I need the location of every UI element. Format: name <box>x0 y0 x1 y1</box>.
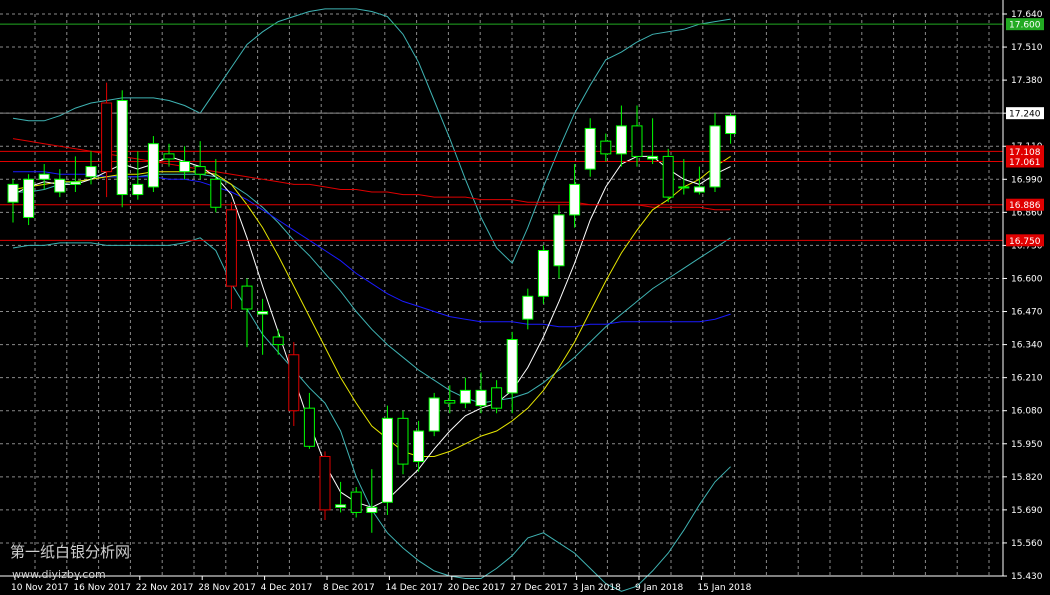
candle-body <box>428 397 440 432</box>
y-tick-label: 17.380 <box>1011 76 1043 86</box>
level-badge-text: 17.600 <box>1009 21 1041 31</box>
x-tick-label: 15 Jan 2018 <box>697 583 751 593</box>
watermark: 第一纸白银分析网 www.diyizby.com <box>10 543 130 581</box>
candle-body <box>381 417 393 503</box>
candle-body <box>116 99 128 196</box>
candle-body <box>600 140 612 155</box>
candle-body <box>459 389 471 404</box>
y-tick-label: 16.340 <box>1011 341 1043 351</box>
candle-body <box>7 183 19 203</box>
candle-body <box>475 389 487 407</box>
candle-body <box>319 455 331 511</box>
candle-body <box>725 115 737 135</box>
candle-body <box>693 186 705 193</box>
x-tick-label: 16 Nov 2017 <box>73 583 131 593</box>
candle-body <box>54 178 66 193</box>
candle-body <box>506 339 518 394</box>
x-tick-label: 9 Jan 2018 <box>635 583 683 593</box>
candles <box>7 82 737 533</box>
candle-body <box>38 173 50 180</box>
y-tick-label: 16.210 <box>1011 374 1043 384</box>
candle-body <box>709 125 721 188</box>
y-tick-label: 15.950 <box>1011 440 1043 450</box>
axes: 17.64017.51017.38017.24017.11016.99016.8… <box>0 0 1043 593</box>
ma-yellow-line <box>12 155 731 457</box>
y-tick-label: 16.990 <box>1011 175 1043 185</box>
candle-body <box>194 166 206 175</box>
y-tick-label: 16.600 <box>1011 274 1043 284</box>
level-badge-text: 17.061 <box>1009 158 1041 168</box>
band-middle-line <box>13 173 731 404</box>
candle-body <box>662 155 674 198</box>
candle-body <box>444 400 456 404</box>
level-badge-text: 16.886 <box>1009 201 1041 211</box>
x-tick-label: 8 Dec 2017 <box>323 583 375 593</box>
candle-body <box>366 506 378 513</box>
x-tick-label: 28 Nov 2017 <box>198 583 256 593</box>
candle-body <box>163 153 175 160</box>
candle-body <box>397 417 409 465</box>
candle-body <box>615 125 627 155</box>
y-tick-label: 15.430 <box>1011 572 1043 582</box>
x-tick-label: 10 Nov 2017 <box>11 583 69 593</box>
candle-body <box>132 183 144 196</box>
candle-body <box>241 285 253 310</box>
candle-body <box>147 143 159 188</box>
candle-body <box>303 407 315 447</box>
x-tick-label: 4 Dec 2017 <box>261 583 313 593</box>
y-tick-label: 16.470 <box>1011 308 1043 318</box>
y-tick-label: 15.820 <box>1011 473 1043 483</box>
candle-body <box>491 387 503 409</box>
candle-body <box>522 295 534 320</box>
y-tick-label: 15.690 <box>1011 506 1043 516</box>
candle-body <box>631 125 643 157</box>
candle-body <box>537 249 549 297</box>
y-tick-label: 16.080 <box>1011 407 1043 417</box>
y-tick-label: 17.510 <box>1011 43 1043 53</box>
candle-body <box>647 155 659 160</box>
band-lower-line <box>12 237 731 592</box>
level-badge-text: 16.750 <box>1009 237 1041 247</box>
candle-body <box>225 209 237 287</box>
candle-body <box>257 311 269 315</box>
candle-body <box>85 166 97 178</box>
candle-body <box>210 178 222 208</box>
candle-body <box>69 181 81 185</box>
x-tick-label: 3 Jan 2018 <box>573 583 621 593</box>
candle-body <box>272 336 284 346</box>
candle-body <box>23 178 35 218</box>
candle-body <box>553 214 565 267</box>
candle-body <box>413 430 425 463</box>
x-tick-label: 22 Nov 2017 <box>136 583 194 593</box>
candle-body <box>101 102 113 173</box>
candle-body <box>678 186 690 189</box>
watermark-cn: 第一纸白银分析网 <box>10 543 130 561</box>
ma-white-line <box>12 155 731 508</box>
candle-body <box>335 504 347 508</box>
candle-body <box>288 354 300 412</box>
candle-body <box>350 491 362 513</box>
x-tick-label: 20 Dec 2017 <box>448 583 506 593</box>
candle-body <box>584 127 596 170</box>
level-badge-text: 17.240 <box>1009 110 1041 120</box>
x-tick-label: 27 Dec 2017 <box>510 583 568 593</box>
price-chart: 17.64017.51017.38017.24017.11016.99016.8… <box>0 0 1044 593</box>
x-tick-label: 14 Dec 2017 <box>385 583 443 593</box>
candle-body <box>179 160 191 173</box>
horizontal-levels <box>0 23 1003 241</box>
y-tick-label: 15.560 <box>1011 539 1043 549</box>
candle-body <box>569 183 581 216</box>
watermark-url: www.diyizby.com <box>12 568 106 581</box>
